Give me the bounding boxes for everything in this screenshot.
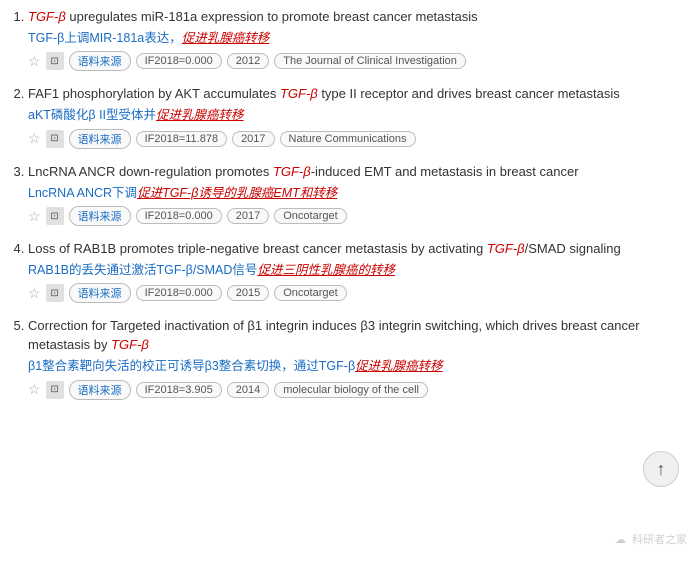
result-title-1: TGF-β upregulates miR-181a expression to… [28,8,687,27]
title-text-part: /SMAD signaling [525,241,621,256]
if-tag[interactable]: IF2018=0.000 [136,285,222,301]
year-tag[interactable]: 2012 [227,53,269,69]
tgfb-inner: TGF-β [111,337,149,352]
if-tag[interactable]: IF2018=11.878 [136,131,228,147]
meta-row-1: ☆ ⊡ 语料来源 IF2018=0.000 2012 The Journal of Cli… [28,51,687,71]
subtitle-normal-text: aKT磷酸化β II型受体并 [28,108,156,122]
source-tag[interactable]: 语料来源 [69,283,131,303]
year-tag[interactable]: 2017 [232,131,274,147]
if-tag[interactable]: IF2018=0.000 [136,208,222,224]
tgfb-inner: TGF-β [280,86,318,101]
star-icon[interactable]: ☆ [28,381,41,398]
if-tag[interactable]: IF2018=0.000 [136,53,222,69]
journal-tag[interactable]: molecular biology of the cell [274,382,428,398]
title-text-part: -induced EMT and metastasis in breast ca… [311,164,579,179]
meta-row-5: ☆ ⊡ 语料来源 IF2018=3.905 2014 molecular biology … [28,380,687,400]
result-item-1: TGF-β upregulates miR-181a expression to… [28,8,687,71]
copy-icon-button[interactable]: ⊡ [46,381,64,399]
copy-icon-button[interactable]: ⊡ [46,207,64,225]
source-tag[interactable]: 语料来源 [69,51,131,71]
if-tag[interactable]: IF2018=3.905 [136,382,222,398]
meta-row-4: ☆ ⊡ 语料来源 IF2018=0.000 2015 Oncotarget [28,283,687,303]
source-tag[interactable]: 语料来源 [69,206,131,226]
watermark: ☁ 科研者之家 [615,531,687,547]
star-icon[interactable]: ☆ [28,208,41,225]
year-tag[interactable]: 2017 [227,208,269,224]
year-tag[interactable]: 2014 [227,382,269,398]
result-item-5: Correction for Targeted inactivation of … [28,317,687,399]
result-subtitle-3[interactable]: LncRNA ANCR下调促进TGF-β诱导的乳腺癌EMT和转移 [28,185,687,203]
subtitle-emphasis-text: 促进乳腺癌转移 [182,31,270,45]
title-text-part: Loss of RAB1B promotes triple-negative b… [28,241,487,256]
result-title-4: Loss of RAB1B promotes triple-negative b… [28,240,687,259]
tgfb-inner: TGF-β [273,164,311,179]
subtitle-emphasis-text: 促进乳腺癌转移 [355,359,443,373]
subtitle-normal-text: LncRNA ANCR下调 [28,186,137,200]
subtitle-emphasis-text: 促进乳腺癌转移 [156,108,244,122]
result-subtitle-5[interactable]: β1整合素靶向失活的校正可诱导β3整合素切换，通过TGF-β促进乳腺癌转移 [28,358,687,376]
subtitle-emphasis-text: 促进TGF-β诱导的乳腺癌EMT和转移 [137,186,337,200]
copy-icon-button[interactable]: ⊡ [46,130,64,148]
watermark-icon: ☁ [615,533,626,546]
subtitle-normal-text: RAB1B的丢失通过激活TGF-β/SMAD信号 [28,263,257,277]
journal-tag[interactable]: The Journal of Clinical Investigation [274,53,466,69]
scroll-up-button[interactable]: ↑ [643,451,679,487]
meta-row-3: ☆ ⊡ 语料来源 IF2018=0.000 2017 Oncotarget [28,206,687,226]
star-icon[interactable]: ☆ [28,130,41,147]
journal-tag[interactable]: Nature Communications [280,131,416,147]
subtitle-normal-text: β1整合素靶向失活的校正可诱导β3整合素切换，通过TGF-β [28,359,355,373]
copy-icon-button[interactable]: ⊡ [46,284,64,302]
meta-row-2: ☆ ⊡ 语料来源 IF2018=11.8782017 Nature Communicat… [28,129,687,149]
subtitle-normal-text: TGF-β上调MIR-181a表达， [28,31,182,45]
result-subtitle-1[interactable]: TGF-β上调MIR-181a表达，促进乳腺癌转移 [28,30,687,48]
result-title-3: LncRNA ANCR down-regulation promotes TGF… [28,163,687,182]
journal-tag[interactable]: Oncotarget [274,285,346,301]
source-tag[interactable]: 语料来源 [69,380,131,400]
result-item-4: Loss of RAB1B promotes triple-negative b… [28,240,687,303]
copy-icon-button[interactable]: ⊡ [46,52,64,70]
star-icon[interactable]: ☆ [28,53,41,70]
subtitle-emphasis-text: 促进三阴性乳腺癌的转移 [257,263,395,277]
result-item-3: LncRNA ANCR down-regulation promotes TGF… [28,163,687,226]
title-text-part: LncRNA ANCR down-regulation promotes [28,164,273,179]
result-subtitle-4[interactable]: RAB1B的丢失通过激活TGF-β/SMAD信号促进三阴性乳腺癌的转移 [28,262,687,280]
tgfb-inner: TGF-β [28,9,66,24]
tgfb-inner: TGF-β [487,241,525,256]
year-tag[interactable]: 2015 [227,285,269,301]
title-text-part: upregulates miR-181a expression to promo… [66,9,478,24]
result-subtitle-2[interactable]: aKT磷酸化β II型受体并促进乳腺癌转移 [28,107,687,125]
title-text-part: type II receptor and drives breast cance… [318,86,620,101]
star-icon[interactable]: ☆ [28,285,41,302]
result-title-2: FAF1 phosphorylation by AKT accumulates … [28,85,687,104]
result-title-5: Correction for Targeted inactivation of … [28,317,687,355]
source-tag[interactable]: 语料来源 [69,129,131,149]
title-text-part: FAF1 phosphorylation by AKT accumulates [28,86,280,101]
result-item-2: FAF1 phosphorylation by AKT accumulates … [28,85,687,148]
watermark-text: 科研者之家 [632,534,687,546]
journal-tag[interactable]: Oncotarget [274,208,346,224]
